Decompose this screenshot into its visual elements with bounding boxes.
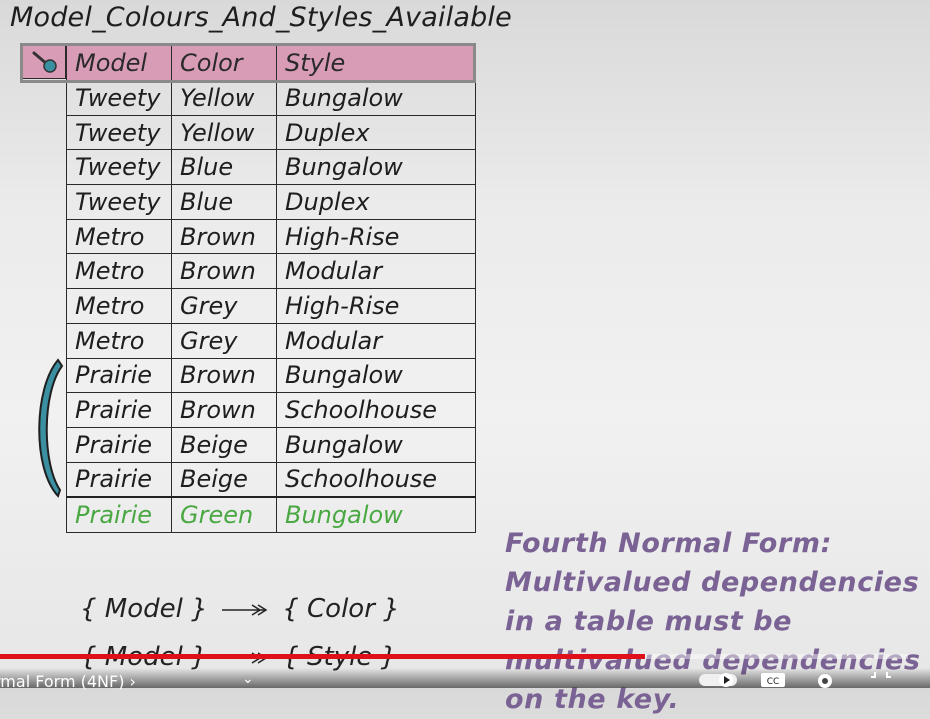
table-row: Prairie Brown Bungalow xyxy=(66,357,476,394)
cell-style: Bungalow xyxy=(276,496,476,533)
table-row: Prairie Beige Bungalow xyxy=(66,426,476,463)
cell-style: Bungalow xyxy=(276,80,476,116)
cell-style: Bungalow xyxy=(276,426,476,463)
cell-color: Beige xyxy=(171,426,277,463)
chapter-title[interactable]: rmal Form (4NF) › xyxy=(0,672,136,691)
table-row: Prairie Brown Schoolhouse xyxy=(66,392,476,428)
cell-model: Prairie xyxy=(66,496,172,533)
table-row: Metro Brown High-Rise xyxy=(66,218,476,255)
table-row: Metro Grey High-Rise xyxy=(66,288,476,324)
cell-model: Metro xyxy=(66,288,172,324)
cell-model: Prairie xyxy=(66,426,172,463)
table-row: Prairie Beige Schoolhouse xyxy=(66,461,476,498)
cell-style: Schoolhouse xyxy=(276,392,476,428)
play-icon[interactable] xyxy=(698,670,738,688)
cell-style: Duplex xyxy=(276,184,476,220)
table-header-row: Model Color Style xyxy=(66,45,476,81)
cc-icon[interactable]: CC xyxy=(760,670,786,688)
gear-icon[interactable] xyxy=(814,670,836,688)
cell-color: Green xyxy=(171,496,277,533)
dependency-left: { Model } xyxy=(80,594,208,624)
dependency-right: { Color } xyxy=(282,594,400,624)
prairie-group-bracket xyxy=(38,358,64,498)
cell-model: Prairie xyxy=(66,357,172,394)
cell-model: Metro xyxy=(66,218,172,255)
cell-model: Metro xyxy=(66,253,172,290)
chevron-down-icon[interactable]: ⌄ xyxy=(242,671,254,687)
cell-style: Bungalow xyxy=(276,149,476,186)
cell-color: Yellow xyxy=(171,80,277,116)
table-row: Tweety Yellow Duplex xyxy=(66,114,476,151)
cell-model: Metro xyxy=(66,322,172,359)
cell-model: Tweety xyxy=(66,184,172,220)
cell-color: Brown xyxy=(171,253,277,290)
cell-color: Brown xyxy=(171,218,277,255)
multivalued-arrow-icon xyxy=(221,604,268,616)
cell-style: Modular xyxy=(276,322,476,359)
cell-color: Brown xyxy=(171,392,277,428)
svg-text:CC: CC xyxy=(767,677,780,687)
cell-model: Tweety xyxy=(66,80,172,116)
exit-fullscreen-icon[interactable] xyxy=(870,670,892,688)
page-title: Model_Colours_And_Styles_Available xyxy=(10,2,512,33)
model-colors-styles-table: Model Color Style Tweety Yellow Bungalow T… xyxy=(66,45,476,533)
table-row: Tweety Blue Duplex xyxy=(66,184,476,220)
new-table-row: Prairie Green Bungalow xyxy=(66,496,476,533)
cell-style: High-Rise xyxy=(276,218,476,255)
cell-color: Grey xyxy=(171,322,277,359)
table-row: Metro Grey Modular xyxy=(66,322,476,359)
fourth-normal-form-note: Fourth Normal Form: Multivalued dependen… xyxy=(505,528,921,715)
cell-style: Schoolhouse xyxy=(276,461,476,498)
header-color: Color xyxy=(171,45,277,81)
table-row: Metro Brown Modular xyxy=(66,253,476,290)
cell-color: Yellow xyxy=(171,114,277,151)
cell-model: Tweety xyxy=(66,149,172,186)
cell-style: Bungalow xyxy=(276,357,476,394)
cell-color: Beige xyxy=(171,461,277,498)
cell-color: Grey xyxy=(171,288,277,324)
cell-model: Tweety xyxy=(66,114,172,151)
cell-style: High-Rise xyxy=(276,288,476,324)
player-controls-bar xyxy=(0,668,930,688)
cell-color: Blue xyxy=(171,149,277,186)
header-model: Model xyxy=(66,45,172,81)
cell-model: Prairie xyxy=(66,461,172,498)
progress-fill[interactable] xyxy=(0,654,645,659)
cell-color: Blue xyxy=(171,184,277,220)
cell-model: Prairie xyxy=(66,392,172,428)
table-row: Tweety Blue Bungalow xyxy=(66,149,476,186)
dependency-model-color: { Model } { Color } xyxy=(80,594,400,624)
cell-style: Duplex xyxy=(276,114,476,151)
table-row: Tweety Yellow Bungalow xyxy=(66,80,476,116)
key-icon xyxy=(32,51,57,73)
cell-style: Modular xyxy=(276,253,476,290)
cell-color: Brown xyxy=(171,357,277,394)
header-style: Style xyxy=(276,45,476,81)
